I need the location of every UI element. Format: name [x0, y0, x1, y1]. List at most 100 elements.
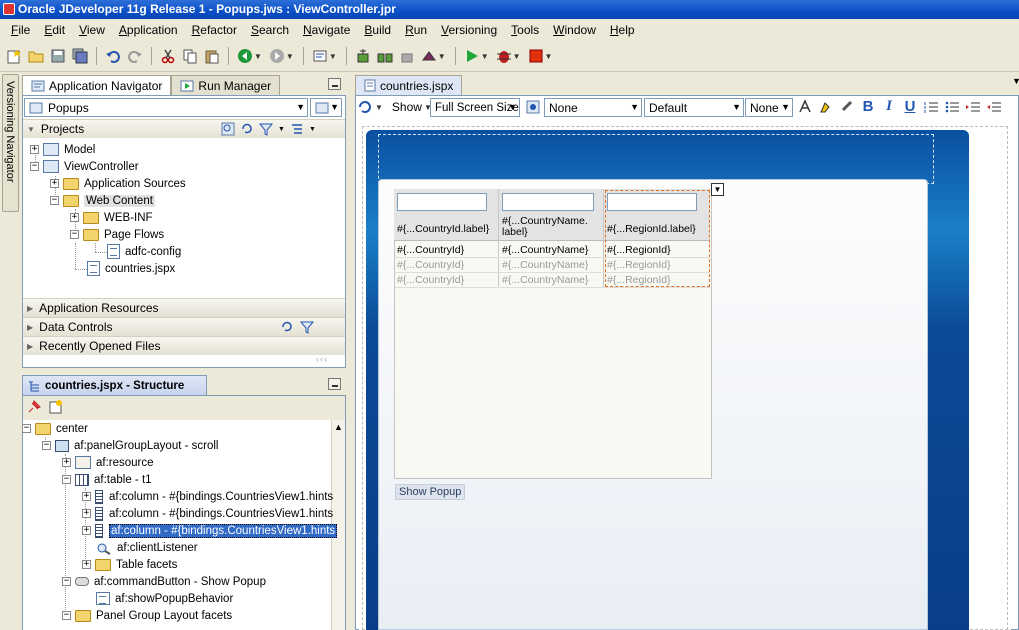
- font-size-select[interactable]: None ▼: [745, 98, 793, 117]
- menu-versioning[interactable]: Versioning: [434, 19, 504, 41]
- menu-window[interactable]: Window: [546, 19, 603, 41]
- undo-icon[interactable]: [103, 46, 123, 66]
- column-dropdown-icon[interactable]: ▼: [711, 183, 724, 196]
- debug-icon[interactable]: [494, 46, 514, 66]
- table-cell[interactable]: #{...CountryId}: [397, 274, 464, 286]
- minimize-structure-button[interactable]: [328, 378, 341, 390]
- text-color-icon[interactable]: [797, 98, 813, 115]
- numbered-list-icon[interactable]: [923, 99, 939, 115]
- table-cell[interactable]: #{...RegionId}: [607, 274, 671, 286]
- search-icon[interactable]: [221, 122, 235, 136]
- structure-item-table-facets[interactable]: + Table facets: [82, 556, 177, 573]
- menu-view[interactable]: View: [72, 19, 112, 41]
- menu-refactor[interactable]: Refactor: [185, 19, 244, 41]
- save-all-icon[interactable]: [70, 46, 90, 66]
- recently-opened-files-header[interactable]: ▶ Recently Opened Files: [23, 336, 345, 355]
- outdent-icon[interactable]: [986, 99, 1002, 115]
- tree-item-page-flows[interactable]: − Page Flows: [70, 226, 164, 243]
- menu-tools[interactable]: Tools: [504, 19, 546, 41]
- table-cell[interactable]: #{...CountryName}: [502, 244, 588, 256]
- table-cell[interactable]: #{...CountryId}: [397, 244, 464, 256]
- projects-header[interactable]: ▼ Projects ▼ ▼: [23, 119, 345, 138]
- cut-icon[interactable]: [158, 46, 178, 66]
- structure-item-clientlistener[interactable]: af:clientListener: [96, 539, 198, 556]
- highlight-icon[interactable]: [818, 99, 834, 115]
- rebuild-all-icon[interactable]: [375, 46, 395, 66]
- redo-icon[interactable]: [125, 46, 145, 66]
- data-controls-header[interactable]: ▶ Data Controls: [23, 317, 345, 336]
- tab-countries-jspx[interactable]: countries.jspx: [355, 75, 463, 95]
- table-cell[interactable]: #{...CountryName}: [502, 274, 588, 286]
- style-class-select[interactable]: None ▼: [544, 98, 642, 117]
- underline-icon[interactable]: U: [902, 98, 918, 115]
- filter-icon[interactable]: [300, 320, 314, 334]
- column-header-countryname[interactable]: #{...CountryName. label}: [502, 216, 588, 238]
- menu-application[interactable]: Application: [112, 19, 185, 41]
- tree-item-viewcontroller[interactable]: − ViewController: [30, 158, 139, 175]
- structure-item-table[interactable]: − af:table - t1: [62, 471, 152, 488]
- indent-icon[interactable]: [965, 99, 981, 115]
- table-cell[interactable]: #{...RegionId}: [607, 259, 671, 271]
- filter-input-countryid[interactable]: [397, 193, 487, 211]
- structure-item-column-3[interactable]: + af:column - #{bindings.CountriesView1.h…: [82, 522, 338, 539]
- tab-run-manager[interactable]: Run Manager: [171, 75, 281, 95]
- css-icon[interactable]: [526, 100, 540, 114]
- structure-item-panelgrouplayout[interactable]: − af:panelGroupLayout - scroll: [42, 437, 218, 454]
- table-cell[interactable]: #{...RegionId}: [607, 244, 671, 256]
- column-header-countryid[interactable]: #{...CountryId.label}: [397, 223, 489, 235]
- tree-item-web-inf[interactable]: + WEB-INF: [70, 209, 153, 226]
- screen-size-select[interactable]: Full Screen Size ▼: [430, 98, 520, 117]
- tree-item-model[interactable]: + Model: [30, 141, 95, 158]
- paste-icon[interactable]: [202, 46, 222, 66]
- stop-icon[interactable]: [526, 46, 546, 66]
- structure-item-center[interactable]: − center: [22, 420, 88, 437]
- menu-navigate[interactable]: Navigate: [296, 19, 357, 41]
- refresh-icon[interactable]: [240, 122, 254, 136]
- refresh-page-icon[interactable]: [357, 99, 373, 115]
- save-icon[interactable]: [48, 46, 68, 66]
- application-menu-button[interactable]: ▼: [310, 98, 342, 117]
- show-popup-button[interactable]: Show Popup: [395, 484, 466, 500]
- make-icon[interactable]: [310, 46, 330, 66]
- tab-application-navigator[interactable]: Application Navigator: [22, 75, 172, 95]
- clean-icon[interactable]: [397, 46, 417, 66]
- splitter-grip-icon[interactable]: ‹‹‹: [316, 354, 328, 364]
- tree-item-adfc-config[interactable]: adfc-config: [107, 243, 181, 260]
- scroll-up-icon[interactable]: ▲: [334, 422, 343, 432]
- working-sets-icon[interactable]: [290, 122, 304, 136]
- show-menu[interactable]: Show: [392, 100, 422, 114]
- editor-tabs-menu-icon[interactable]: ▼: [1012, 76, 1019, 86]
- menu-build[interactable]: Build: [357, 19, 398, 41]
- minimize-navigator-button[interactable]: [328, 78, 341, 90]
- structure-item-column-1[interactable]: + af:column - #{bindings.CountriesView1.h…: [82, 488, 333, 505]
- menu-run[interactable]: Run: [398, 19, 434, 41]
- structure-item-column-2[interactable]: + af:column - #{bindings.CountriesView1.h…: [82, 505, 333, 522]
- structure-item-panel-group-layout-facets[interactable]: − Panel Group Layout facets: [62, 607, 232, 624]
- refresh-icon[interactable]: [280, 320, 294, 334]
- bullet-list-icon[interactable]: [944, 99, 960, 115]
- deploy-icon[interactable]: [419, 46, 439, 66]
- pin-icon[interactable]: [26, 399, 42, 415]
- italic-icon[interactable]: I: [881, 98, 897, 115]
- copy-icon[interactable]: [180, 46, 200, 66]
- structure-tab[interactable]: countries.jspx - Structure: [22, 375, 207, 395]
- filter-input-countryname[interactable]: [502, 193, 594, 211]
- run-icon[interactable]: [462, 46, 482, 66]
- rebuild-icon[interactable]: [353, 46, 373, 66]
- menu-file[interactable]: File: [4, 19, 37, 41]
- tree-item-countries-jspx[interactable]: countries.jspx: [87, 260, 175, 277]
- structure-item-resource[interactable]: + af:resource: [62, 454, 154, 471]
- structure-item-showpopupbehavior[interactable]: af:showPopupBehavior: [96, 590, 233, 607]
- font-family-select[interactable]: Default ▼: [644, 98, 744, 117]
- application-resources-header[interactable]: ▶ Application Resources: [23, 298, 345, 317]
- tree-item-web-content[interactable]: − Web Content: [50, 192, 155, 209]
- structure-item-commandbutton[interactable]: − af:commandButton - Show Popup: [62, 573, 266, 590]
- application-selector[interactable]: Popups ▼: [24, 98, 308, 117]
- bold-icon[interactable]: B: [860, 98, 876, 115]
- tree-item-application-sources[interactable]: + Application Sources: [50, 175, 186, 192]
- versioning-navigator-tab[interactable]: Versioning Navigator: [2, 74, 19, 212]
- menu-edit[interactable]: Edit: [37, 19, 72, 41]
- table-cell[interactable]: #{...CountryId}: [397, 259, 464, 271]
- forward-icon[interactable]: [267, 46, 287, 66]
- table-cell[interactable]: #{...CountryName}: [502, 259, 588, 271]
